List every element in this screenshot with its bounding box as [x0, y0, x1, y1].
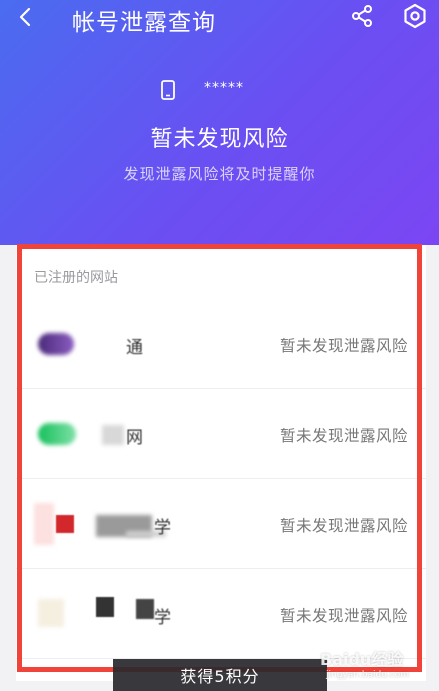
masked-account-number: *****: [204, 80, 244, 96]
status-title: 暂未发现风险: [150, 127, 289, 152]
site-row[interactable]: 学 暂未发现泄露风险: [16, 479, 426, 569]
back-arrow-icon[interactable]: [16, 6, 36, 28]
site-name: 通: [126, 338, 143, 358]
risk-status: 暂未发现泄露风险: [279, 337, 408, 355]
account-status-header: 帐号泄露查询 ***** 暂未发现风险 发现泄露风险将及时提醒你: [0, 0, 439, 245]
top-bar: 帐号泄露查询: [0, 0, 439, 36]
site-name: 学: [154, 518, 171, 538]
status-subtitle: 发现泄露风险将及时提醒你: [123, 165, 316, 183]
watermark-logo: Baidu经验: [320, 650, 404, 669]
phone-icon: [161, 80, 175, 100]
site-name: 学: [154, 608, 171, 628]
site-logo: [34, 419, 80, 449]
page-title: 帐号泄露查询: [72, 10, 216, 36]
risk-status: 暂未发现泄露风险: [279, 607, 408, 625]
registered-sites-card: 已注册的网站 通 暂未发现泄露风险 网 暂未发现泄露风险 学 暂未发现泄露风险 …: [16, 245, 426, 681]
site-logo: [34, 503, 80, 545]
site-row[interactable]: 网 暂未发现泄露风险: [16, 389, 426, 479]
site-logo: [34, 599, 80, 629]
toast-message: 获得5积分: [113, 659, 327, 691]
share-icon[interactable]: [350, 4, 374, 28]
section-label: 已注册的网站: [34, 270, 118, 286]
risk-status: 暂未发现泄露风险: [279, 517, 408, 535]
site-name: 网: [126, 428, 143, 448]
settings-hexagon-icon[interactable]: [402, 3, 428, 29]
site-logo: [34, 329, 80, 359]
watermark-url: jingyan.baidu.com: [326, 670, 410, 680]
site-row[interactable]: 通 暂未发现泄露风险: [16, 299, 426, 389]
risk-status: 暂未发现泄露风险: [279, 427, 408, 445]
